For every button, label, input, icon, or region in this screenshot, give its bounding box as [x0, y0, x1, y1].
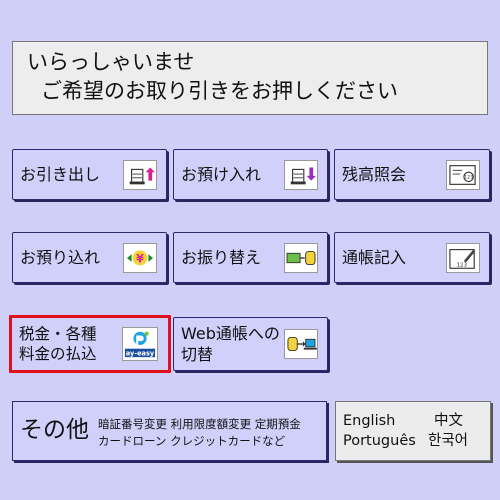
other-services-button[interactable]: その他 暗証番号変更 利用限度額変更 定期預金 カードローン クレジットカードな… [12, 401, 327, 461]
welcome-text: いらっしゃいませ [27, 50, 195, 74]
web-passbook-switch-button[interactable]: Web通帳への 切替 [173, 317, 328, 371]
balance-inquiry-button[interactable]: 残高照会 123 [334, 149, 490, 200]
pay-easy-logo-text: ay-easy [126, 349, 155, 357]
instruction-text: ご希望のお取り引きをお押しください [41, 79, 398, 103]
balance-inquiry-label: 残高照会 [342, 165, 407, 184]
web-switch-label-line2: 切替 [181, 345, 214, 364]
cash-out-icon [123, 159, 157, 190]
web-switch-label-line1: Web通帳への [181, 324, 280, 343]
language-korean: 한국어 [428, 433, 469, 449]
language-chinese: 中文 [434, 413, 463, 429]
passbook-entry-label: 通帳記入 [342, 248, 407, 267]
svg-text:123: 123 [456, 262, 467, 268]
tax-payment-label-line2: 料金の払込 [19, 345, 97, 363]
language-english: English [343, 413, 396, 429]
passbook-entry-button[interactable]: 通帳記入 123 [334, 232, 490, 283]
other-services-detail-2: カードローン クレジットカードなど [98, 434, 286, 448]
other-services-label: その他 [20, 417, 89, 443]
yen-transfer-icon: ¥ [123, 242, 157, 273]
deposit-transfer-label: お預り込れ [20, 248, 101, 267]
pay-easy-logo: ay-easy [122, 327, 158, 361]
cash-in-icon [284, 159, 318, 190]
other-services-detail-1: 暗証番号変更 利用限度額変更 定期預金 [98, 417, 301, 431]
deposit-transfer-button[interactable]: お預り込れ ¥ [12, 232, 167, 283]
withdraw-button[interactable]: お引き出し [12, 149, 167, 200]
web-switch-label: Web通帳への 切替 [174, 323, 280, 365]
tax-payment-label-line1: 税金・各種 [19, 325, 97, 343]
tax-payment-button[interactable]: 税金・各種 料金の払込 ay-easy [9, 315, 171, 373]
account-transfer-button[interactable]: お振り替え [173, 232, 328, 283]
deposit-button[interactable]: お預け入れ [173, 149, 328, 200]
language-select-button[interactable]: English 中文 Português 한국어 [335, 401, 491, 461]
language-portuguese: Português [343, 433, 416, 449]
balance-inquiry-icon: 123 [446, 159, 480, 190]
withdraw-label: お引き出し [20, 165, 101, 184]
web-switch-icon [284, 329, 318, 359]
tax-payment-label: 税金・各種 料金の払込 [12, 324, 97, 364]
account-transfer-icon [284, 242, 318, 273]
svg-text:123: 123 [464, 174, 473, 180]
svg-text:¥: ¥ [136, 252, 144, 265]
passbook-entry-icon: 123 [446, 242, 480, 273]
deposit-label: お預け入れ [181, 165, 262, 184]
welcome-banner: いらっしゃいませ ご希望のお取り引きをお押しください [12, 41, 488, 115]
account-transfer-label: お振り替え [181, 248, 262, 267]
